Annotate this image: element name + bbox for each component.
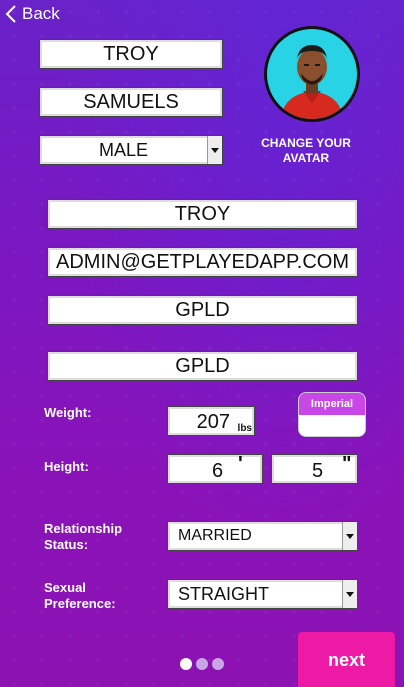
email-field[interactable]: ADMIN@GETPLAYEDAPP.COM	[47, 247, 358, 277]
page-dot-3	[212, 658, 224, 670]
change-avatar-label: CHANGE YOUR AVATAR	[261, 136, 351, 165]
weight-unit: lbs	[237, 423, 252, 434]
gender-select[interactable]: MALE	[39, 135, 223, 165]
username-value: TROY	[174, 202, 231, 225]
back-button[interactable]: Back	[4, 4, 60, 24]
height-inches-value: 5	[312, 460, 324, 482]
relationship-status-select[interactable]: MARRIED	[167, 521, 358, 551]
relationship-label-line2: Status:	[44, 537, 89, 552]
relationship-dropdown-button[interactable]	[342, 522, 357, 550]
confirm-password-field[interactable]: GPLD	[47, 351, 358, 381]
unit-option-metric[interactable]	[299, 415, 365, 436]
confirm-password-value: GPLD	[175, 354, 230, 377]
sexual-preference-label-line1: Sexual	[44, 580, 86, 595]
unit-option-imperial[interactable]: Imperial	[299, 393, 365, 415]
height-feet-mark: '	[238, 453, 243, 475]
next-button[interactable]: next	[298, 632, 395, 687]
page-dot-1	[180, 658, 192, 670]
triangle-down-icon	[346, 591, 354, 597]
triangle-down-icon	[211, 147, 219, 153]
height-feet-input[interactable]: 6 '	[167, 453, 263, 484]
height-inches-input[interactable]: 5 "	[271, 453, 358, 484]
sexual-preference-label: Sexual Preference:	[44, 580, 116, 612]
sexual-preference-select[interactable]: STRAIGHT	[167, 579, 358, 609]
last-name-field[interactable]: SAMUELS	[39, 87, 223, 117]
first-name-field[interactable]: TROY	[39, 39, 223, 69]
email-value: ADMIN@GETPLAYEDAPP.COM	[56, 250, 349, 273]
sexual-preference-dropdown-button[interactable]	[342, 580, 357, 608]
password-field[interactable]: GPLD	[47, 295, 358, 325]
username-field[interactable]: TROY	[47, 199, 358, 229]
relationship-status-value: MARRIED	[178, 527, 252, 544]
sexual-preference-label-line2: Preference:	[44, 596, 116, 611]
gender-dropdown-button[interactable]	[207, 136, 222, 164]
sexual-preference-value: STRAIGHT	[178, 583, 270, 604]
avatar-person-icon	[281, 45, 343, 119]
unit-toggle[interactable]: Imperial	[298, 392, 366, 437]
height-feet-value: 6	[212, 460, 224, 482]
weight-input[interactable]: 207 lbs	[167, 406, 255, 436]
weight-value: 207	[196, 411, 230, 433]
last-name-value: SAMUELS	[83, 90, 179, 113]
relationship-status-label: Relationship Status:	[44, 521, 122, 553]
avatar[interactable]	[264, 26, 360, 122]
height-inches-mark: "	[342, 453, 352, 475]
password-value: GPLD	[175, 298, 230, 321]
chevron-left-icon	[5, 5, 16, 23]
avatar-image	[267, 29, 357, 119]
change-avatar-link[interactable]: CHANGE YOUR AVATAR	[256, 136, 356, 166]
weight-label: Weight:	[44, 405, 92, 420]
first-name-value: TROY	[103, 42, 159, 65]
relationship-label-line1: Relationship	[44, 521, 123, 536]
triangle-down-icon	[346, 533, 354, 539]
page-dot-2	[196, 658, 208, 670]
page-indicator	[180, 658, 224, 670]
gender-value: MALE	[98, 139, 149, 160]
next-label: next	[327, 649, 365, 670]
back-label: Back	[22, 4, 60, 23]
height-label: Height:	[44, 459, 89, 474]
